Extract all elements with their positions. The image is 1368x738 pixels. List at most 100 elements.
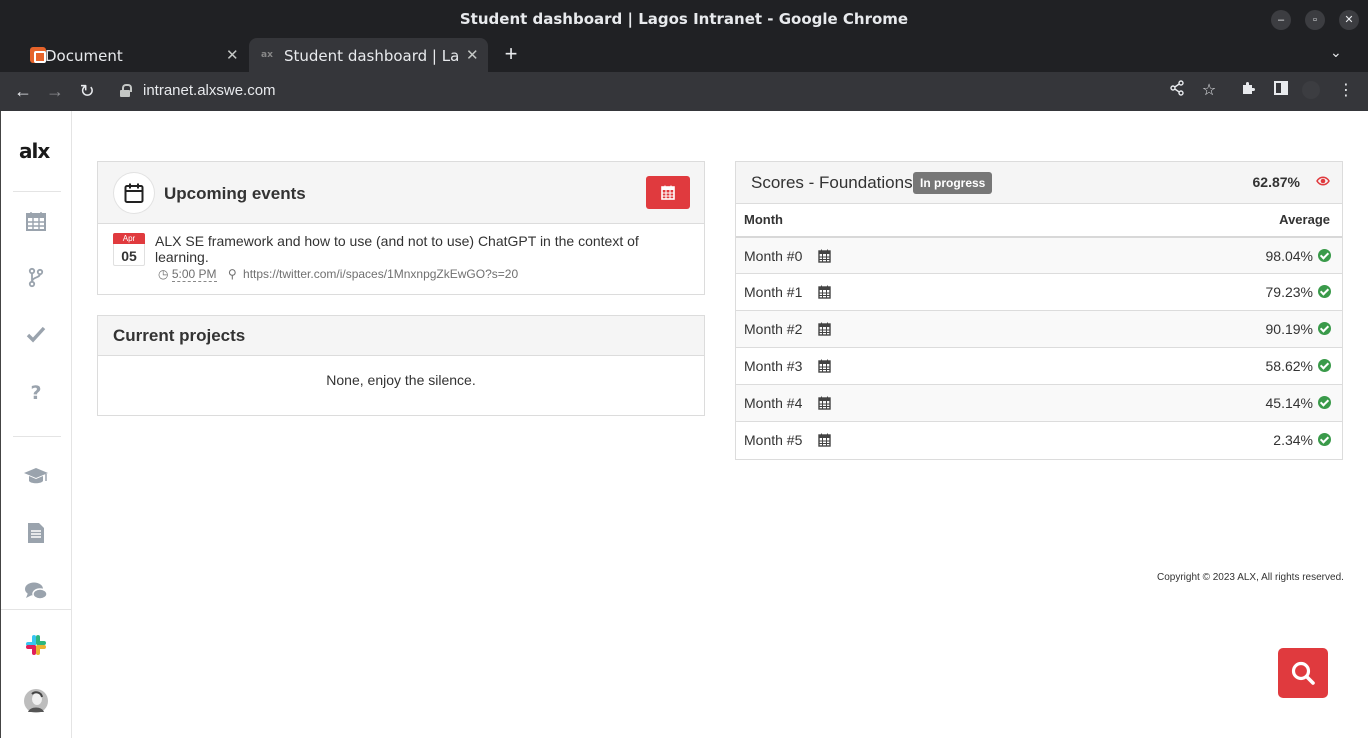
- column-header-month: Month: [744, 212, 783, 227]
- projects-title: Current projects: [113, 326, 246, 345]
- month-label: Month #3: [744, 358, 803, 374]
- sidebar-item-slack[interactable]: [23, 632, 49, 658]
- calendar-badge: [114, 173, 154, 213]
- sidebar-item-discussions[interactable]: [23, 580, 49, 606]
- table-row[interactable]: Month #0 98.04%: [736, 236, 1342, 273]
- calendar-icon[interactable]: [818, 359, 831, 373]
- event-location-link[interactable]: https://twitter.com/i/spaces/1MnxnpgZkEw…: [243, 267, 518, 281]
- extensions-puzzle-icon[interactable]: [1238, 80, 1260, 102]
- browser-toolbar: ← → ↻ intranet.alxswe.com ☆ ⋮: [0, 72, 1368, 111]
- sidebar-item-calendar[interactable]: [23, 210, 49, 236]
- table-row[interactable]: Month #4 45.14%: [736, 384, 1342, 421]
- sidebar-item-curriculum[interactable]: [23, 465, 49, 491]
- maximize-button[interactable]: ▫: [1305, 10, 1325, 30]
- event-time[interactable]: 5:00 PM: [171, 267, 217, 282]
- event-month: Apr: [113, 233, 145, 244]
- month-label: Month #5: [744, 432, 803, 448]
- sidebar-item-checks[interactable]: [23, 323, 49, 349]
- check-circle-icon: [1318, 285, 1331, 298]
- month-average: 2.34%: [1273, 432, 1313, 448]
- profile-avatar-icon[interactable]: [1300, 80, 1322, 102]
- reload-icon[interactable]: ↻: [76, 80, 98, 102]
- calendar-icon[interactable]: [818, 285, 831, 299]
- bookmark-star-icon[interactable]: ☆: [1198, 80, 1220, 102]
- slack-icon: [26, 635, 46, 655]
- search-button[interactable]: [1278, 648, 1328, 698]
- address-bar[interactable]: intranet.alxswe.com: [143, 82, 276, 99]
- tab-close-icon[interactable]: ✕: [226, 46, 239, 64]
- checkmark-icon: [26, 326, 46, 343]
- footer-copyright: Copyright © 2023 ALX, All rights reserve…: [1157, 572, 1344, 583]
- upcoming-events-card: Upcoming events Apr 05 ALX SE framework …: [97, 161, 705, 295]
- window-titlebar: Student dashboard | Lagos Intranet - Goo…: [0, 0, 1368, 38]
- check-circle-icon: [1318, 396, 1331, 409]
- calendar-icon[interactable]: [818, 396, 831, 410]
- calendar-icon: [26, 212, 46, 231]
- map-marker-icon: ⚲: [227, 267, 237, 281]
- tab-label: Document: [45, 47, 123, 65]
- question-icon[interactable]: ?: [23, 380, 49, 406]
- tab-label: Student dashboard | Lagos Intranet: [284, 47, 459, 65]
- tab-document[interactable]: Document ✕: [8, 38, 248, 72]
- back-arrow-icon[interactable]: ←: [12, 80, 34, 102]
- alx-favicon-icon: ax: [261, 50, 273, 60]
- eye-icon[interactable]: [1316, 175, 1330, 187]
- sidebar-item-documents[interactable]: [23, 522, 49, 548]
- event-title-link[interactable]: ALX SE framework and how to use (and not…: [155, 233, 675, 265]
- month-average: 98.04%: [1265, 248, 1313, 264]
- table-row[interactable]: Month #1 79.23%: [736, 273, 1342, 310]
- side-panel-icon[interactable]: [1270, 80, 1292, 102]
- month-label: Month #1: [744, 284, 803, 300]
- calendar-icon[interactable]: [818, 249, 831, 263]
- chrome-menu-icon[interactable]: ⋮: [1335, 80, 1357, 102]
- tab-student-dashboard[interactable]: ax Student dashboard | Lagos Intranet ✕: [249, 38, 488, 72]
- month-label: Month #4: [744, 395, 803, 411]
- scores-total: 62.87%: [1252, 174, 1300, 190]
- avatar[interactable]: [23, 688, 49, 714]
- branch-icon: [28, 267, 44, 288]
- scores-title: Scores - Foundations: [751, 173, 913, 192]
- month-average: 79.23%: [1265, 284, 1313, 300]
- events-header: Upcoming events: [98, 162, 704, 224]
- projects-header: Current projects: [98, 316, 704, 356]
- alx-logo[interactable]: alx: [19, 139, 50, 163]
- scores-header: Scores - Foundations In progress 62.87%: [736, 162, 1342, 204]
- tab-close-icon[interactable]: ✕: [466, 46, 479, 64]
- check-circle-icon: [1318, 359, 1331, 372]
- clock-icon: ◷: [158, 267, 169, 281]
- sidebar-divider: [1, 609, 71, 610]
- calendar-icon[interactable]: [818, 433, 831, 447]
- calendar-icon[interactable]: [818, 322, 831, 336]
- event-day: 05: [121, 248, 137, 264]
- new-tab-button[interactable]: +: [499, 42, 523, 66]
- events-title: Upcoming events: [164, 184, 306, 203]
- column-header-average: Average: [1279, 212, 1330, 227]
- current-projects-card: Current projects None, enjoy the silence…: [97, 315, 705, 416]
- sidebar-divider: [13, 436, 61, 437]
- table-row[interactable]: Month #2 90.19%: [736, 310, 1342, 347]
- scores-card: Scores - Foundations In progress 62.87% …: [735, 161, 1343, 460]
- projects-empty-text: None, enjoy the silence.: [326, 372, 476, 388]
- sidebar-divider: [13, 191, 61, 192]
- month-average: 45.14%: [1265, 395, 1313, 411]
- month-average: 58.62%: [1265, 358, 1313, 374]
- graduation-cap-icon: [24, 468, 48, 484]
- minimize-button[interactable]: –: [1271, 10, 1291, 30]
- chat-icon: [25, 582, 48, 600]
- table-row[interactable]: Month #5 2.34%: [736, 421, 1342, 458]
- month-label: Month #0: [744, 248, 803, 264]
- table-row[interactable]: Month #3 58.62%: [736, 347, 1342, 384]
- sidebar: alx ?: [1, 111, 72, 738]
- calendar-outline-icon: [124, 183, 144, 203]
- close-window-button[interactable]: ✕: [1339, 10, 1359, 30]
- sidebar-item-projects[interactable]: [23, 266, 49, 292]
- document-favicon-icon: [30, 47, 46, 63]
- lock-icon[interactable]: [120, 84, 132, 98]
- month-average: 90.19%: [1265, 321, 1313, 337]
- calendar-button[interactable]: [646, 176, 690, 209]
- tab-search-chevron-icon[interactable]: ⌄: [1330, 44, 1342, 61]
- document-icon: [28, 523, 44, 543]
- forward-arrow-icon[interactable]: →: [44, 80, 66, 102]
- share-icon[interactable]: [1166, 80, 1188, 102]
- window-title: Student dashboard | Lagos Intranet - Goo…: [459, 10, 909, 28]
